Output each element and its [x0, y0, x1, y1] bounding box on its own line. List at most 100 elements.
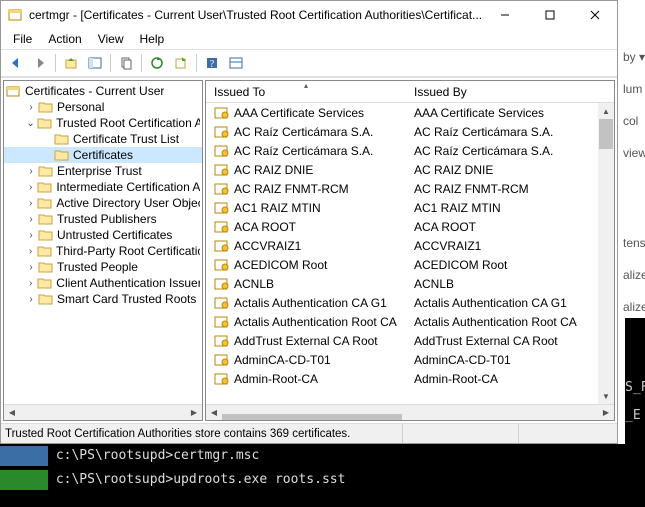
copy-button[interactable]: [115, 52, 137, 74]
certificate-row[interactable]: ACCVRAIZ1ACCVRAIZ1: [206, 236, 614, 255]
scroll-left-icon[interactable]: ◀: [206, 406, 222, 420]
certificate-row[interactable]: ACNLBACNLB: [206, 274, 614, 293]
menu-help[interactable]: Help: [132, 30, 173, 48]
expand-icon[interactable]: ›: [24, 278, 37, 289]
scroll-down-icon[interactable]: ▼: [598, 388, 614, 404]
tree-node[interactable]: › Intermediate Certification Au: [4, 179, 202, 195]
cell-issued-by: ACA ROOT: [406, 220, 614, 234]
scroll-left-icon[interactable]: ◀: [4, 406, 20, 420]
tree-node[interactable]: ›Third-Party Root Certification: [4, 243, 202, 259]
expand-icon[interactable]: ›: [24, 294, 38, 305]
cell-issued-to: AC RAIZ DNIE: [206, 163, 406, 177]
tree-horizontal-scrollbar[interactable]: ◀ ▶: [4, 404, 202, 420]
certificate-row[interactable]: Admin-Root-CAAdmin-Root-CA: [206, 369, 614, 388]
certificate-row[interactable]: AC RAIZ FNMT-RCMAC RAIZ FNMT-RCM: [206, 179, 614, 198]
expand-icon[interactable]: ›: [24, 262, 38, 273]
scrollbar-thumb[interactable]: [599, 119, 613, 149]
expand-icon[interactable]: ›: [24, 198, 37, 209]
close-button[interactable]: [572, 1, 617, 29]
console-command: certmgr.msc: [173, 448, 259, 463]
certificate-row[interactable]: AC Raíz Certicámara S.A.AC Raíz Certicám…: [206, 141, 614, 160]
tree-node[interactable]: › Trusted Publishers: [4, 211, 202, 227]
vertical-scrollbar[interactable]: ▲ ▼: [598, 103, 614, 404]
expand-icon[interactable]: ›: [24, 166, 38, 177]
menu-file[interactable]: File: [5, 30, 40, 48]
tree-node[interactable]: ›Untrusted Certificates: [4, 227, 202, 243]
expand-icon[interactable]: ›: [24, 246, 37, 257]
folder-icon: [37, 180, 53, 194]
tree-node[interactable]: Certificate Trust List: [4, 131, 202, 147]
expand-icon[interactable]: ›: [24, 214, 38, 225]
up-button[interactable]: [60, 52, 82, 74]
folder-icon: [37, 244, 53, 258]
certificate-row[interactable]: AAA Certificate ServicesAAA Certificate …: [206, 103, 614, 122]
certificate-row[interactable]: AC RAIZ DNIEAC RAIZ DNIE: [206, 160, 614, 179]
tree-node[interactable]: ⌄Trusted Root Certification Au: [4, 115, 202, 131]
list-horizontal-scrollbar[interactable]: ◀ ▶: [206, 404, 614, 420]
minimize-button[interactable]: [482, 1, 527, 29]
tree-root[interactable]: Certificates - Current User: [4, 83, 202, 99]
window-title: certmgr - [Certificates - Current User\T…: [29, 8, 482, 22]
show-hide-tree-button[interactable]: [84, 52, 106, 74]
maximize-button[interactable]: [527, 1, 572, 29]
titlebar[interactable]: certmgr - [Certificates - Current User\T…: [1, 1, 617, 29]
certificate-row[interactable]: ACA ROOTACA ROOT: [206, 217, 614, 236]
certificate-row[interactable]: Actalis Authentication CA G1Actalis Auth…: [206, 293, 614, 312]
menu-view[interactable]: View: [90, 30, 132, 48]
column-issued-by[interactable]: Issued By: [406, 83, 614, 101]
cell-issued-by: AddTrust External CA Root: [406, 334, 614, 348]
expand-icon[interactable]: ›: [24, 102, 38, 113]
forward-button[interactable]: [29, 52, 51, 74]
folder-icon: [38, 260, 54, 274]
export-button[interactable]: [170, 52, 192, 74]
svg-text:?: ?: [210, 59, 215, 70]
cell-issued-by: AC Raíz Certicámara S.A.: [406, 144, 614, 158]
cell-issued-to: ACA ROOT: [206, 220, 406, 234]
certificate-row[interactable]: AddTrust External CA RootAddTrust Extern…: [206, 331, 614, 350]
tree-node[interactable]: ›Client Authentication Issuers: [4, 275, 202, 291]
tree-node-label: Certificates: [73, 148, 133, 162]
scroll-right-icon[interactable]: ▶: [598, 406, 614, 420]
options-button[interactable]: [225, 52, 247, 74]
refresh-button[interactable]: [146, 52, 168, 74]
expand-icon[interactable]: ›: [24, 182, 37, 193]
certificate-icon: [214, 353, 230, 367]
collapse-icon[interactable]: ⌄: [24, 118, 37, 129]
console-prompt: c:\PS\rootsupd>: [56, 448, 173, 463]
cell-issued-by: AC Raíz Certicámara S.A.: [406, 125, 614, 139]
tree-node[interactable]: ›Active Directory User Object: [4, 195, 202, 211]
back-button[interactable]: [5, 52, 27, 74]
certificates-tree[interactable]: Certificates - Current User ›Personal⌄Tr…: [4, 81, 202, 404]
cell-issued-to: Admin-Root-CA: [206, 372, 406, 386]
certificate-row[interactable]: AC1 RAIZ MTINAC1 RAIZ MTIN: [206, 198, 614, 217]
tree-node-label: Certificate Trust List: [73, 132, 179, 146]
cell-issued-by: ACEDICOM Root: [406, 258, 614, 272]
certificate-row[interactable]: AdminCA-CD-T01AdminCA-CD-T01: [206, 350, 614, 369]
column-issued-to[interactable]: Issued To ▴: [206, 83, 406, 101]
menu-action[interactable]: Action: [40, 30, 89, 48]
tree-node[interactable]: ›Smart Card Trusted Roots: [4, 291, 202, 307]
certificate-row[interactable]: Actalis Authentication Root CAActalis Au…: [206, 312, 614, 331]
tree-node[interactable]: › Personal: [4, 99, 202, 115]
scroll-right-icon[interactable]: ▶: [186, 406, 202, 420]
list-body[interactable]: AAA Certificate ServicesAAA Certificate …: [206, 103, 614, 404]
tree-node[interactable]: Certificates: [4, 147, 202, 163]
help-button[interactable]: ?: [201, 52, 223, 74]
tree-node[interactable]: ›Trusted People: [4, 259, 202, 275]
certificate-icon: [214, 144, 230, 158]
scroll-up-icon[interactable]: ▲: [598, 103, 614, 119]
tree-node-label: Intermediate Certification Au: [56, 180, 200, 194]
powershell-console[interactable]: c:\PS\rootsupd>certmgr.msc c:\PS\rootsup…: [0, 444, 645, 507]
tree-node-label: Personal: [57, 100, 104, 114]
console-tab-icon[interactable]: [0, 446, 48, 466]
certificate-row[interactable]: ACEDICOM RootACEDICOM Root: [206, 255, 614, 274]
console-tab-icon[interactable]: [0, 470, 48, 490]
cell-issued-to: AdminCA-CD-T01: [206, 353, 406, 367]
certificate-row[interactable]: AC Raíz Certicámara S.A.AC Raíz Certicám…: [206, 122, 614, 141]
h-scrollbar-thumb[interactable]: [222, 414, 402, 422]
tree-node[interactable]: ›Enterprise Trust: [4, 163, 202, 179]
status-text: Trusted Root Certification Authorities s…: [1, 424, 403, 443]
certificate-icon: [214, 277, 230, 291]
tree-node-label: Trusted Publishers: [57, 212, 157, 226]
expand-icon[interactable]: ›: [24, 230, 38, 241]
